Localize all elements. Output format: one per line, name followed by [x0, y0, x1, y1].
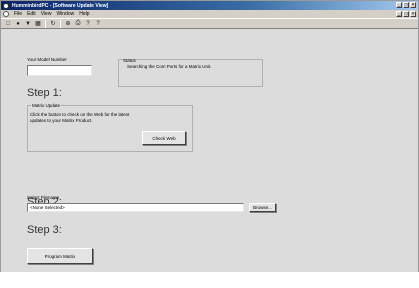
menu-view[interactable]: View — [41, 11, 52, 17]
app-icon — [3, 2, 9, 9]
save-icon[interactable]: ▼ — [24, 20, 32, 28]
document-controls: _ □ × — [396, 11, 416, 17]
status-text: Searching the Com Ports for a Matrix Uni… — [127, 64, 212, 69]
record-icon[interactable]: ● — [14, 20, 22, 28]
new-icon[interactable]: □ — [4, 20, 12, 28]
window-title: HumminbirdPC - [Software Update View] — [12, 2, 109, 9]
refresh-icon[interactable]: ↻ — [49, 20, 57, 28]
help-icon[interactable]: ? — [84, 20, 92, 28]
maximize-button[interactable]: □ — [403, 2, 409, 8]
filename-label: Select Filename — [27, 195, 60, 200]
doc-minimize-button[interactable]: _ — [396, 11, 402, 17]
menu-help[interactable]: Help — [79, 11, 89, 17]
menu-file[interactable]: File — [14, 11, 22, 17]
doc-restore-button[interactable]: □ — [403, 11, 409, 17]
title-bar: HumminbirdPC - [Software Update View] _ … — [1, 1, 418, 10]
grid-icon[interactable]: ▦ — [34, 20, 42, 28]
zoom-icon[interactable]: ⊕ — [64, 20, 72, 28]
matrix-update-title: Matrix Update — [31, 103, 62, 108]
step3-heading: Step 3: — [27, 224, 62, 236]
minimize-button[interactable]: _ — [396, 2, 402, 8]
menu-edit[interactable]: Edit — [27, 11, 36, 17]
matrix-update-group: Matrix Update Click the button to check … — [27, 103, 193, 152]
toolbar: □ ● ▼ ▦ ↻ ⊕ ⎙ ? ? — [1, 18, 418, 29]
step1-heading: Step 1: — [27, 87, 62, 99]
menu-bar: File Edit View Window Help _ □ × — [1, 10, 418, 18]
model-number-label: Your Model Number — [27, 57, 67, 62]
toolbar-separator — [45, 19, 46, 28]
app-window: HumminbirdPC - [Software Update View] _ … — [0, 0, 419, 272]
menu-window[interactable]: Window — [56, 11, 74, 17]
step1-description-line2: updates to your Matrix Product. — [30, 118, 93, 123]
check-web-button[interactable]: Check Web — [142, 131, 186, 145]
status-label: Status — [123, 58, 136, 63]
program-matrix-button[interactable]: Program Matrix — [27, 248, 93, 264]
document-icon[interactable] — [3, 11, 9, 17]
close-button[interactable]: × — [410, 2, 416, 8]
filename-field[interactable]: <None Selected> — [27, 203, 244, 212]
whats-this-icon[interactable]: ? — [94, 20, 102, 28]
step1-description-line1: Click the button to check on the Web for… — [30, 112, 130, 117]
window-controls: _ □ × — [396, 2, 416, 8]
status-box: Status Searching the Com Ports for a Mat… — [118, 58, 263, 87]
print-icon[interactable]: ⎙ — [74, 20, 82, 28]
filename-value: <None Selected> — [30, 205, 65, 210]
model-number-field[interactable] — [27, 65, 92, 76]
toolbar-separator — [60, 19, 61, 28]
software-update-view: Your Model Number Status Searching the C… — [1, 29, 418, 272]
doc-close-button[interactable]: × — [410, 11, 416, 17]
browse-button[interactable]: Browse... — [249, 203, 276, 212]
